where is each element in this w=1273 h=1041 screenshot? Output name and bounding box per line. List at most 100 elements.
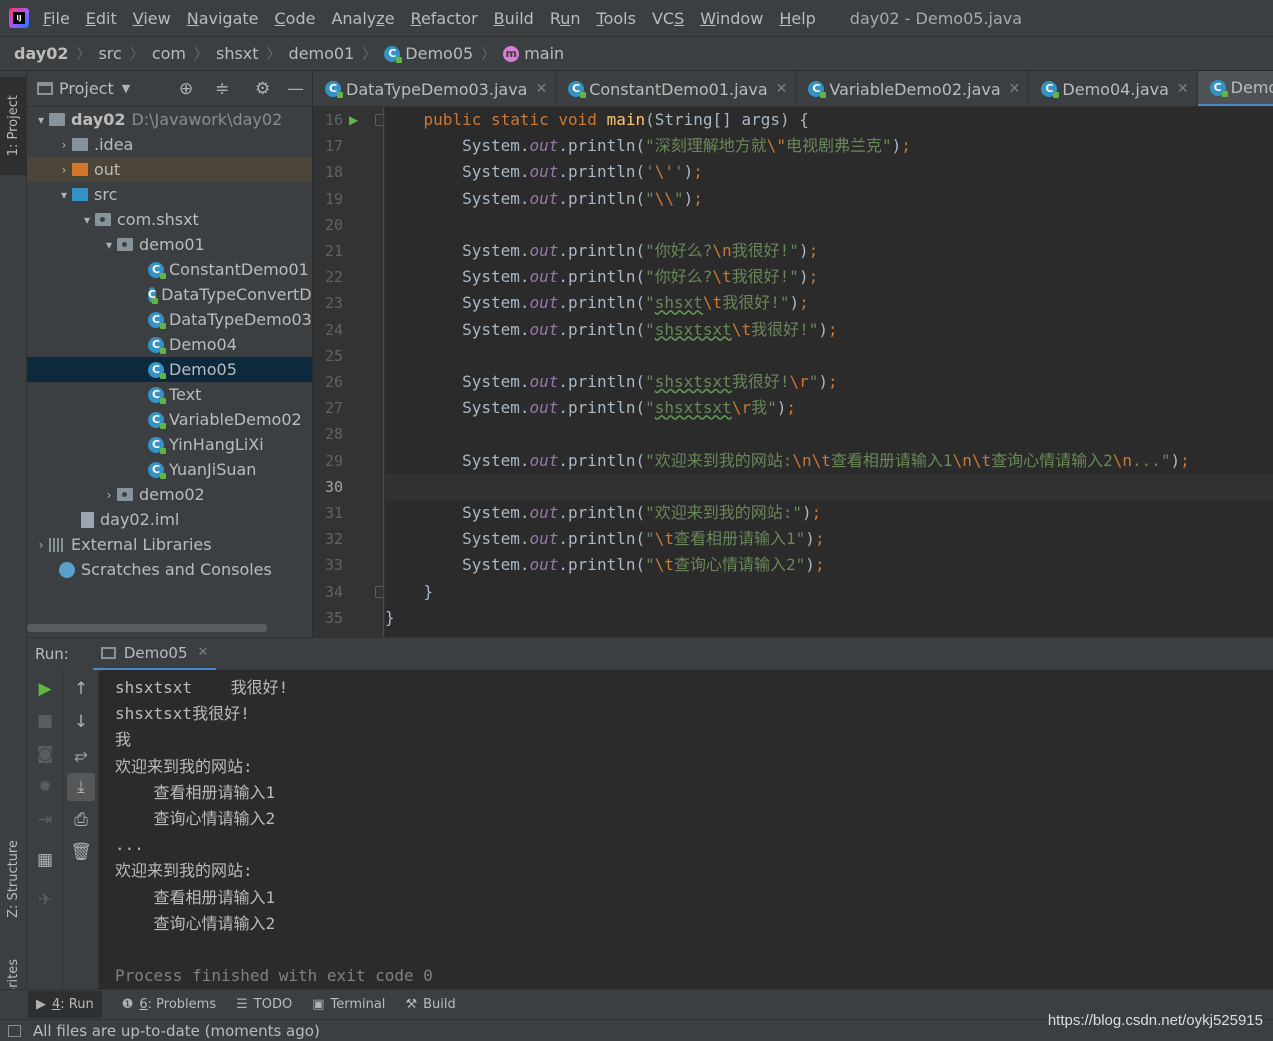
locate-icon[interactable]: ⊕ [179,79,193,99]
window-icon[interactable] [8,1024,21,1037]
tool-tab-terminal[interactable]: ▣ Terminal [312,997,385,1012]
close-icon[interactable]: ✕ [1177,81,1189,97]
menu-help[interactable]: Help [779,9,815,28]
code-line[interactable] [385,473,1273,500]
menu-refactor[interactable]: Refactor [411,9,478,28]
menu-edit[interactable]: Edit [86,9,117,28]
editor-tab[interactable]: C VariableDemo02.java ✕ [796,71,1030,106]
bug-icon[interactable]: ✹ [27,773,63,801]
code-line[interactable]: System.out.println("\\"); [385,186,1273,212]
code-line[interactable] [385,343,1273,369]
arrow-up-icon[interactable]: ↑ [63,675,99,703]
tree-item-class[interactable]: C Demo04 [27,332,312,357]
breadcrumb-com[interactable]: com [152,44,186,63]
tool-tab-todo[interactable]: ☰ TODO [236,997,292,1012]
project-view-selector[interactable]: Project [59,79,114,98]
menu-window[interactable]: Window [700,9,763,28]
hide-icon[interactable]: — [287,79,304,99]
menu-vcs[interactable]: VCS [652,9,684,28]
tree-item-class[interactable]: C Text [27,382,312,407]
code-line[interactable]: System.out.println("\t查询心情请输入2"); [385,552,1273,578]
console-output[interactable]: shsxtsxt 我很好! shsxtsxt我很好! 我欢迎来到我的网站: 查看相册… [100,670,1273,989]
tree-item-class[interactable]: C DataTypeDemo03 [27,307,312,332]
menu-build[interactable]: Build [494,9,534,28]
editor-tab[interactable]: C DataTypeDemo03.java ✕ [313,71,557,106]
code-line[interactable]: System.out.println("深刻理解地方就\"电视剧弗兰克"); [385,133,1273,159]
breadcrumb-demo01[interactable]: demo01 [289,44,355,63]
code-line[interactable]: System.out.println("欢迎来到我的网站:\n\t查看相册请输入… [385,448,1273,474]
tree-item-class[interactable]: C YinHangLiXi [27,432,312,457]
trash-icon[interactable]: 🗑 [63,838,99,866]
tree-item-src[interactable]: ▾ src [27,182,312,207]
tree-item-class[interactable]: C VariableDemo02 [27,407,312,432]
code-line[interactable]: System.out.println("shsxtsxt\r我"); [385,395,1273,421]
code-line[interactable]: System.out.println('\''); [385,159,1273,185]
scroll-to-end-icon[interactable]: ⤓ [67,773,95,801]
breadcrumb-method[interactable]: m main [503,44,564,63]
breadcrumb-src[interactable]: src [98,44,121,63]
code-line[interactable]: } [385,605,1273,631]
close-icon[interactable]: ✕ [1009,81,1021,97]
tree-item-class[interactable]: C YuanJiSuan [27,457,312,482]
tool-tab-build[interactable]: ⚒ Build [405,997,455,1012]
menu-view[interactable]: View [133,9,171,28]
collapse-all-icon[interactable]: ≑ [215,79,229,99]
menu-tools[interactable]: Tools [597,9,636,28]
tree-item-class[interactable]: C DataTypeConvertDe [27,282,312,307]
tree-item-class-selected[interactable]: C Demo05 [27,357,312,382]
gear-icon[interactable]: ⚙ [255,79,270,99]
editor-tab[interactable]: C Demo04.java ✕ [1029,71,1198,106]
menu-analyze[interactable]: Analyze [331,9,394,28]
code-line[interactable]: System.out.println("你好么?\t我很好!"); [385,264,1273,290]
run-gutter-icon[interactable]: ▶ [349,113,358,127]
code-line[interactable]: } [385,579,1273,605]
editor-tab-active[interactable]: CDemo05.java [1197,71,1273,106]
tree-item-scratches[interactable]: Scratches and Consoles [27,557,312,582]
code-line[interactable]: System.out.println("shsxtsxt\t我很好!"); [385,317,1273,343]
login-icon[interactable]: ⇥ [27,806,63,834]
tree-item-demo02[interactable]: › demo02 [27,482,312,507]
camera-icon[interactable]: ◙ [27,740,63,768]
dropdown-arrow-icon[interactable]: ▼ [122,82,130,95]
close-icon[interactable]: ✕ [535,81,547,97]
breadcrumb-project[interactable]: day02 [14,44,68,63]
rerun-icon[interactable]: ▶ [27,675,63,703]
close-icon[interactable]: ✕ [776,81,788,97]
code-line[interactable] [385,212,1273,238]
pin-icon[interactable]: ✈ [27,886,63,914]
breadcrumb-shsxt[interactable]: shsxt [216,44,259,63]
editor-tab[interactable]: C ConstantDemo01.java ✕ [556,71,797,106]
menu-code[interactable]: Code [275,9,316,28]
tool-tab-problems[interactable]: ❶6: Problems [122,997,216,1012]
breadcrumb-class[interactable]: C Demo05 [384,44,473,63]
run-tab[interactable]: Demo05 ✕ [92,638,217,671]
structure-tool-tab[interactable]: Z: Structure [0,829,27,929]
tree-item-idea[interactable]: › .idea [27,132,312,157]
code-line[interactable]: System.out.println("\t查看相册请输入1"); [385,526,1273,552]
tree-item-day02[interactable]: ▾ day02 D:\Javawork\day02 [27,107,312,132]
tree-item-package-shsxt[interactable]: ▾ com.shsxt [27,207,312,232]
code-line[interactable]: System.out.println("欢迎来到我的网站:"); [385,500,1273,526]
tree-item-demo01[interactable]: ▾ demo01 [27,232,312,257]
soft-wrap-icon[interactable]: ⥂ [63,741,99,769]
horizontal-scrollbar[interactable] [27,624,267,632]
menu-run[interactable]: Run [550,9,581,28]
code-line[interactable]: public static void main(String[] args) { [385,107,1273,133]
tree-item-class[interactable]: C ConstantDemo01 [27,257,312,282]
print-icon[interactable]: ⎙ [63,806,99,834]
tool-tab-run[interactable]: ▶ 4: Run [28,991,102,1018]
close-icon[interactable]: ✕ [197,645,208,660]
code-line[interactable]: System.out.println("shsxtsxt我很好!\r"); [385,369,1273,395]
project-tool-tab[interactable]: 1: Project [0,77,27,175]
code-editor[interactable]: public static void main(String[] args) {… [385,107,1273,637]
code-line[interactable]: System.out.println("shsxt\t我很好!"); [385,290,1273,316]
layout-icon[interactable]: ▦ [27,846,63,874]
menu-navigate[interactable]: Navigate [187,9,259,28]
stop-icon[interactable]: ■ [27,707,63,735]
tree-item-iml[interactable]: day02.iml [27,507,312,532]
tree-item-out[interactable]: › out [27,157,312,182]
code-line[interactable]: System.out.println("你好么?\n我很好!"); [385,238,1273,264]
code-line[interactable] [385,421,1273,447]
arrow-down-icon[interactable]: ↓ [63,708,99,736]
tree-item-external-libraries[interactable]: › External Libraries [27,532,312,557]
